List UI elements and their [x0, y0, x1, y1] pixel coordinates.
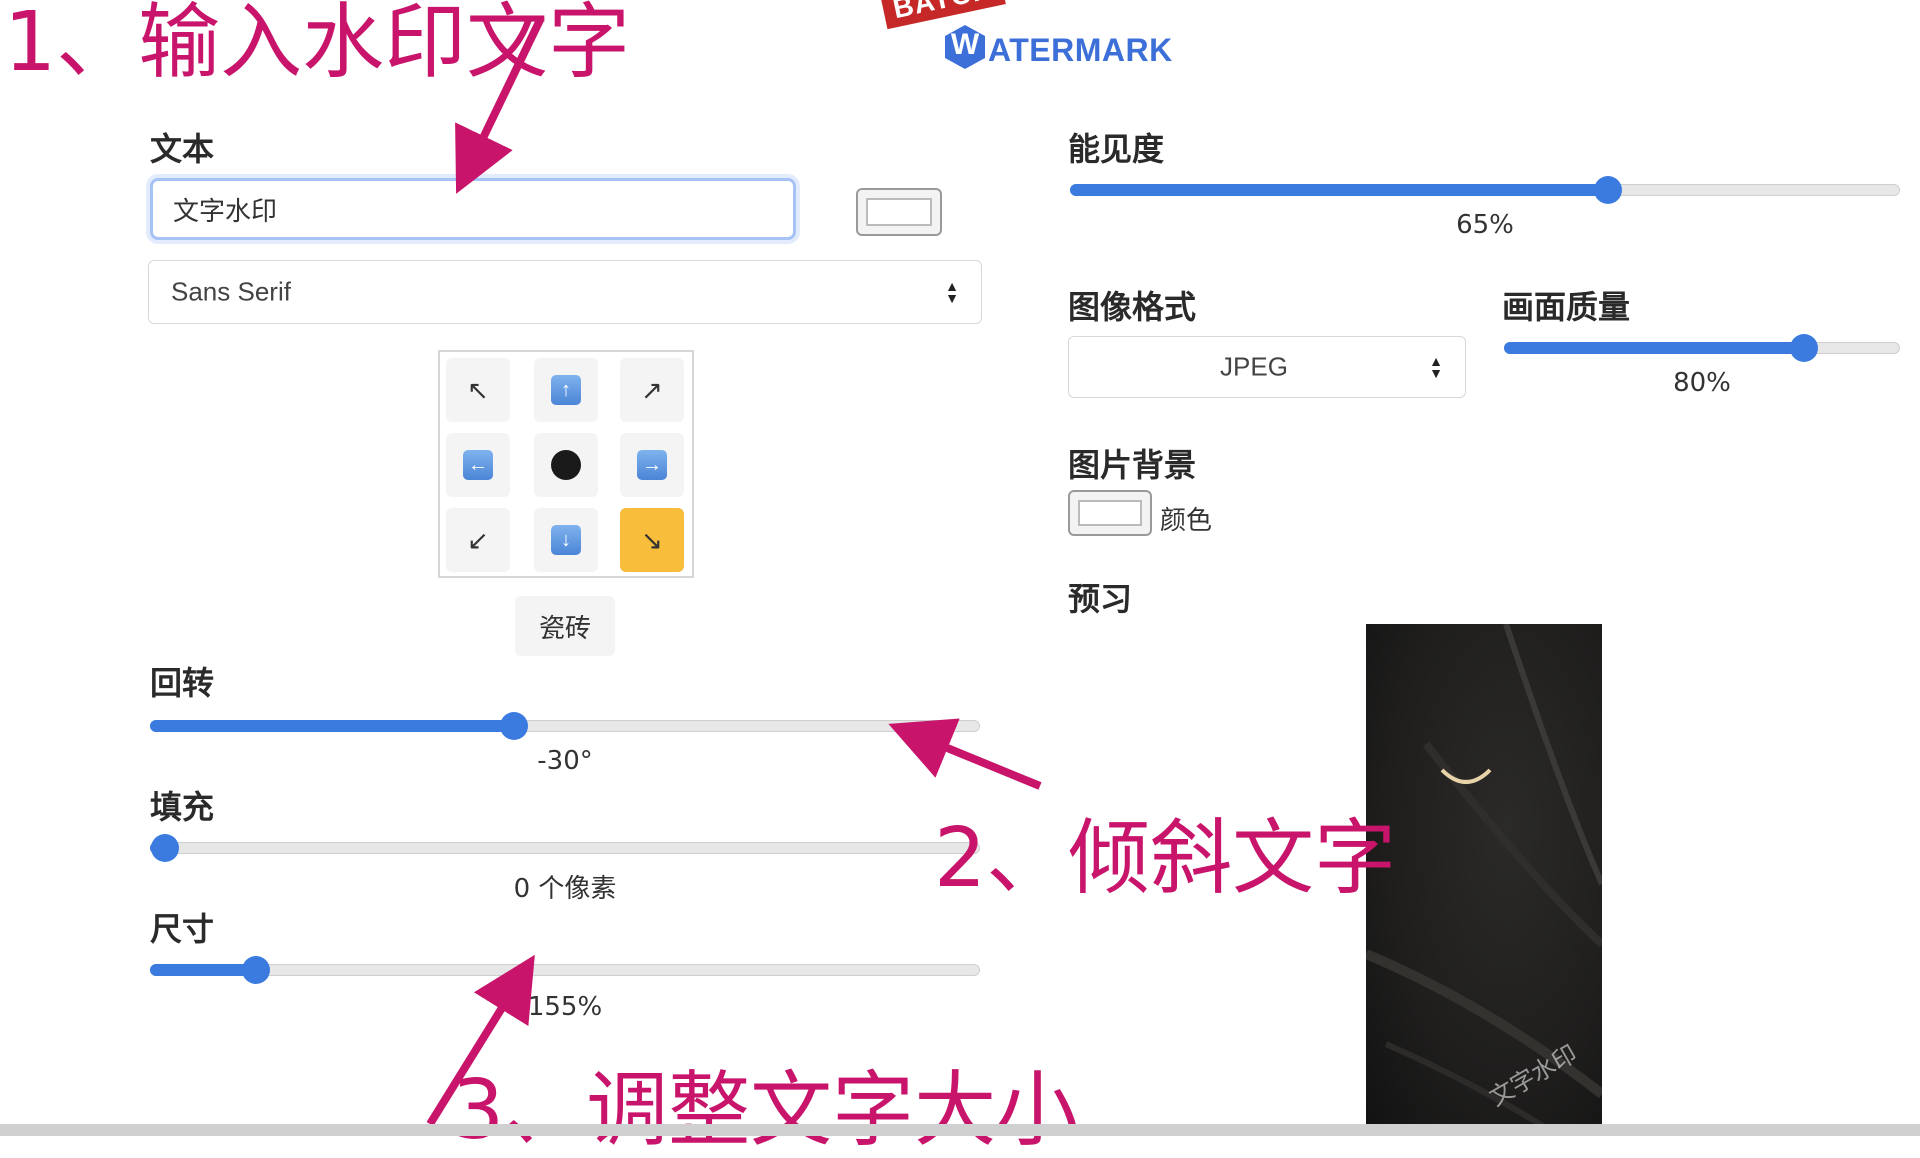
- annotation-arrows: [426, 18, 1042, 1127]
- annotation-arrow-2: [888, 718, 1042, 790]
- horizontal-scrollbar[interactable]: [0, 1124, 1920, 1136]
- annotation-step-1: 1、输入水印文字: [4, 0, 631, 90]
- annotation-step-2: 2、倾斜文字: [934, 811, 1397, 906]
- annotation-step-3: 3、调整文字大小: [452, 1063, 1079, 1158]
